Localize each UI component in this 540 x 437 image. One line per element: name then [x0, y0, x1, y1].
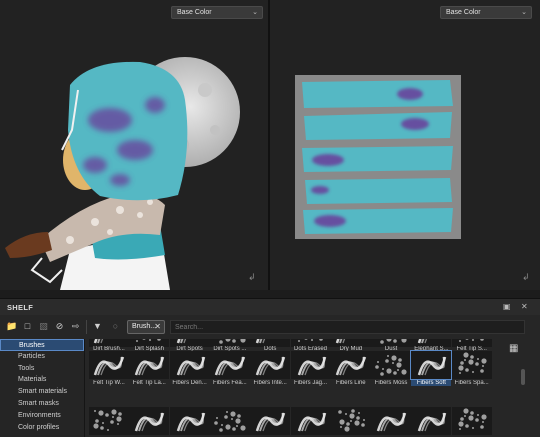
brush-preview-icon — [458, 352, 487, 374]
brush-thumbnail — [451, 407, 492, 435]
filter-chip-brush[interactable]: Brush... ✕ — [127, 320, 165, 334]
category-item[interactable]: Color profiles — [0, 422, 84, 434]
brush-thumbnail — [250, 407, 291, 435]
category-item[interactable]: Environments — [0, 410, 84, 422]
search-input[interactable] — [170, 320, 525, 334]
shelf-title: SHELF — [7, 303, 34, 312]
category-item[interactable]: Smart materials — [0, 386, 84, 398]
brush-preview-icon — [135, 412, 165, 432]
shelf-header: SHELF ▣ ✕ — [0, 299, 540, 315]
brush-label: Fibers Line — [335, 380, 366, 386]
brush-label: Fibers Fea... — [213, 380, 247, 386]
brush-thumbnail — [411, 407, 452, 435]
hide-icon[interactable]: ⊘ — [54, 321, 65, 332]
category-item[interactable]: Brushes — [0, 339, 84, 351]
category-item[interactable]: Smart masks — [0, 398, 84, 410]
brush-label: Fibers Spa... — [454, 380, 489, 386]
brush-thumbnail — [169, 407, 210, 435]
brush-preview-icon — [255, 412, 286, 432]
category-item[interactable]: Tools — [0, 363, 84, 375]
brush-preview-icon — [458, 408, 487, 430]
brush-preview-icon — [418, 356, 447, 376]
brush-label: Felt Tip La... — [132, 380, 166, 386]
brush-preview-icon — [214, 356, 246, 376]
brush-preview-icon — [135, 356, 165, 376]
brush-thumbnail — [129, 407, 170, 435]
filter-icon[interactable]: ▼ — [92, 321, 103, 332]
brush-label: Fibers Jag... — [293, 380, 327, 386]
brush-thumbnail — [129, 351, 170, 379]
maximize-icon[interactable]: ▣ — [503, 302, 511, 311]
delete-icon[interactable]: ▧ — [38, 321, 49, 332]
brush-thumbnail — [250, 351, 291, 379]
brush-thumbnail — [330, 351, 371, 379]
brush-preview-icon — [297, 412, 326, 432]
brush-thumbnail — [89, 351, 129, 379]
brush-grid: Dirt Brush... Dirt Splash Dirt Spots Dirt S… — [89, 339, 519, 437]
brush-thumbnail — [290, 351, 331, 379]
brush-thumbnail — [290, 407, 331, 435]
brush-thumbnail — [451, 351, 492, 379]
brush-preview-icon — [375, 355, 407, 376]
brush-preview-icon — [176, 356, 205, 376]
grid-view-icon[interactable]: ▦ — [509, 343, 518, 354]
brush-thumbnail — [410, 350, 453, 380]
axis-gizmo-icon: ↲ — [248, 272, 256, 282]
brush-label: Fibers Den... — [172, 380, 207, 386]
brush-preview-icon — [93, 409, 122, 431]
category-item[interactable]: Materials — [0, 374, 84, 386]
brush-label: Felt Tip W... — [93, 380, 125, 386]
brush-preview-icon — [255, 356, 286, 376]
viewport-3d[interactable]: Base Color ⌄ ↲ — [0, 0, 268, 290]
close-icon[interactable]: ✕ — [521, 302, 528, 311]
brush-label: Fibers Soft — [411, 380, 452, 386]
brush-label: Fibers Moss — [374, 380, 408, 386]
brush-thumbnail — [169, 351, 210, 379]
character-model — [5, 57, 240, 290]
scrollbar[interactable] — [521, 369, 525, 385]
brush-preview-icon — [93, 356, 125, 376]
brush-thumbnail — [209, 407, 250, 435]
import-icon[interactable]: ⇨ — [70, 321, 81, 332]
brush-preview-icon — [297, 356, 326, 376]
brush-preview-icon — [418, 412, 447, 432]
brush-label: Fibers Inte... — [253, 380, 287, 386]
brush-preview-icon — [214, 411, 246, 432]
axis-gizmo-icon: ↲ — [522, 272, 530, 282]
viewport-2d[interactable]: Base Color ⌄ ↲ — [270, 0, 540, 290]
close-icon[interactable]: ✕ — [154, 321, 161, 333]
brush-thumbnail — [89, 407, 129, 435]
shelf-toolbar: 📁 □ ▧ ⊘ ⇨ ▼ ○ Brush... ✕ — [0, 317, 540, 337]
folder-icon[interactable]: 📁 — [6, 321, 17, 332]
brush-preview-icon — [176, 412, 205, 432]
toolbar-divider — [86, 320, 87, 334]
shelf-panel: SHELF ▣ ✕ 📁 □ ▧ ⊘ ⇨ ▼ ○ Brush... ✕ Brush… — [0, 298, 540, 437]
category-item[interactable]: Particles — [0, 351, 84, 363]
brush-preview-icon — [335, 356, 366, 376]
brush-thumbnail — [209, 351, 250, 379]
circle-icon[interactable]: ○ — [110, 321, 121, 332]
brush-thumbnail — [371, 407, 412, 435]
category-list: Brushes Particles Tools Materials Smart mate… — [0, 339, 85, 437]
new-folder-icon[interactable]: □ — [22, 321, 33, 332]
brush-preview-icon — [337, 409, 365, 432]
uv-texture-preview — [295, 75, 461, 239]
brush-thumbnail — [330, 407, 371, 435]
filter-chip-label: Brush... — [132, 323, 157, 330]
brush-preview-icon — [376, 412, 407, 432]
brush-thumbnail — [371, 351, 412, 379]
